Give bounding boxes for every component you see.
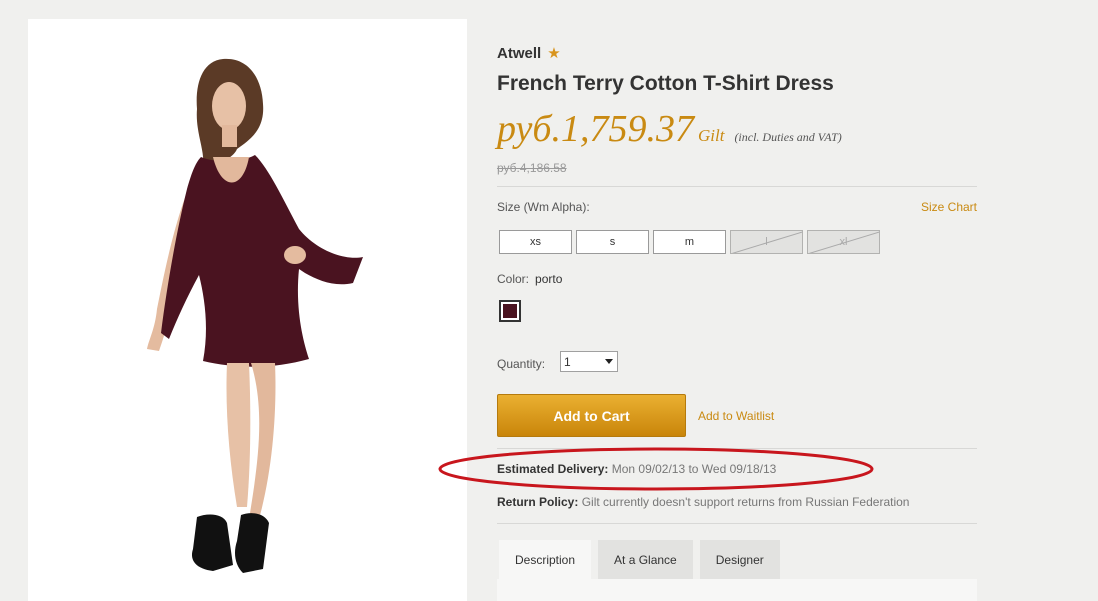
quantity-select[interactable]: 1 xyxy=(560,351,618,372)
divider xyxy=(497,186,977,187)
divider xyxy=(497,448,977,449)
price-brand: Gilt xyxy=(697,126,725,145)
star-icon[interactable]: ★ xyxy=(547,44,560,62)
current-price: руб.1,759.37 xyxy=(497,108,694,150)
price-note: (incl. Duties and VAT) xyxy=(734,130,842,144)
quantity-value: 1 xyxy=(564,354,571,369)
color-value: porto xyxy=(535,272,563,286)
chevron-down-icon xyxy=(605,359,613,364)
product-title: French Terry Cotton T-Shirt Dress xyxy=(497,72,834,95)
delivery-value: Mon 09/02/13 to Wed 09/18/13 xyxy=(611,462,777,476)
swatch-fill xyxy=(503,304,517,318)
return-policy: Return Policy: Gilt currently doesn't su… xyxy=(497,495,909,509)
product-image[interactable] xyxy=(37,29,457,601)
size-option-l: l xyxy=(730,230,803,254)
add-to-cart-button[interactable]: Add to Cart xyxy=(497,394,686,437)
model-photo xyxy=(147,58,363,573)
color-swatch-porto[interactable] xyxy=(499,300,521,322)
delivery-label: Estimated Delivery: xyxy=(497,462,609,476)
color-row: Color: porto xyxy=(497,272,562,286)
original-price: руб.4,186.58 xyxy=(497,161,567,175)
size-options: xs s m l xl xyxy=(499,230,880,254)
size-option-xs[interactable]: xs xyxy=(499,230,572,254)
brand-row: Atwell ★ xyxy=(497,44,561,63)
size-label: Size (Wm Alpha): xyxy=(497,200,590,214)
tab-designer[interactable]: Designer xyxy=(699,540,780,579)
size-option-m[interactable]: m xyxy=(653,230,726,254)
tab-at-a-glance[interactable]: At a Glance xyxy=(598,540,693,579)
quantity-label: Quantity: xyxy=(497,357,546,371)
price-row: руб.1,759.37 Gilt (incl. Duties and VAT) xyxy=(497,107,842,151)
tab-content xyxy=(497,579,977,601)
brand-name[interactable]: Atwell xyxy=(497,45,541,62)
size-option-xl: xl xyxy=(807,230,880,254)
estimated-delivery: Estimated Delivery: Mon 09/02/13 to Wed … xyxy=(497,462,776,476)
product-image-panel xyxy=(28,19,467,601)
tab-description[interactable]: Description xyxy=(499,540,592,579)
divider xyxy=(497,523,977,524)
size-option-s[interactable]: s xyxy=(576,230,649,254)
return-policy-label: Return Policy: xyxy=(497,495,579,509)
size-chart-link[interactable]: Size Chart xyxy=(921,200,977,214)
return-policy-value: Gilt currently doesn't support returns f… xyxy=(581,495,910,509)
color-label: Color: xyxy=(497,272,530,286)
product-tabs: Description At a Glance Designer xyxy=(499,540,780,579)
add-to-waitlist-link[interactable]: Add to Waitlist xyxy=(698,409,774,423)
